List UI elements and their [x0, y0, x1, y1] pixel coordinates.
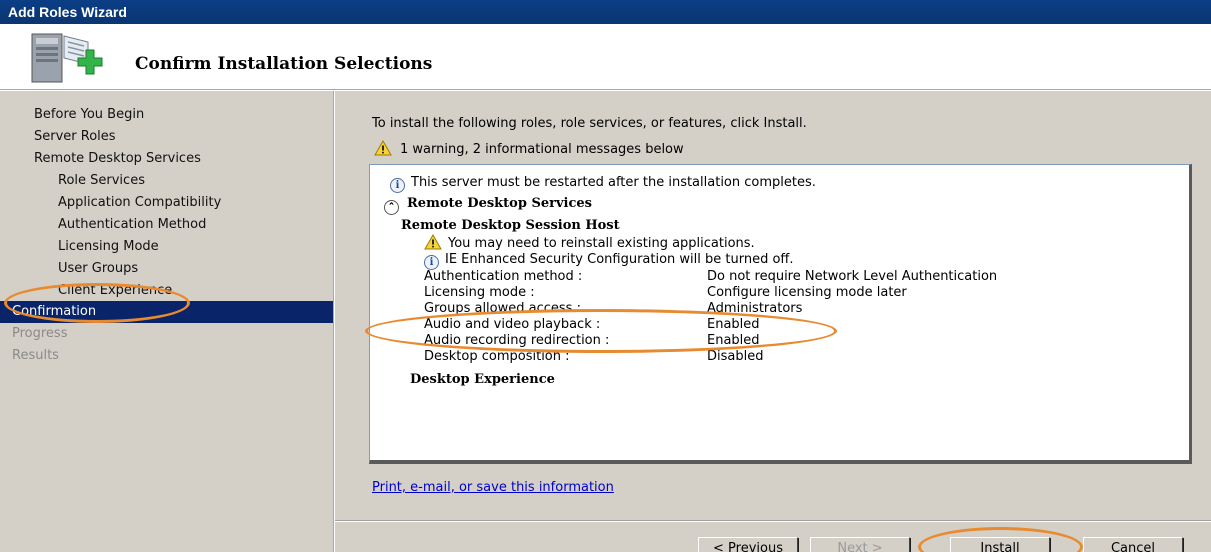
info-icon: i [424, 255, 439, 270]
collapse-icon[interactable]: ⌃ [384, 200, 399, 215]
warning-icon [424, 234, 442, 250]
section-remote-desktop-services[interactable]: ⌃ Remote Desktop Services [384, 196, 592, 215]
section-title: Remote Desktop Services [407, 196, 592, 211]
intro-text: To install the following roles, role ser… [372, 116, 807, 131]
next-button: Next > [810, 537, 910, 552]
restart-note: i This server must be restarted after the… [390, 175, 816, 193]
setting-row: Audio and video playback : Enabled [424, 317, 1184, 333]
setting-row: Authentication method : Do not require N… [424, 269, 1184, 285]
sidebar-item-user-groups[interactable]: User Groups [0, 258, 333, 280]
setting-value: Do not require Network Level Authenticat… [707, 269, 998, 284]
setting-row: Groups allowed access : Administrators [424, 301, 1184, 317]
setting-value: Enabled [707, 317, 760, 332]
setting-row: Desktop composition : Disabled [424, 349, 1184, 365]
sidebar-item-application-compatibility[interactable]: Application Compatibility [0, 192, 333, 214]
setting-value: Administrators [707, 301, 803, 316]
wizard-steps-sidebar: Before You Begin Server Roles Remote Des… [0, 91, 334, 552]
setting-value: Enabled [707, 333, 760, 348]
details-box[interactable]: i This server must be restarted after the… [369, 164, 1192, 464]
sidebar-item-remote-desktop-services[interactable]: Remote Desktop Services [0, 148, 333, 170]
info-icon: i [390, 178, 405, 193]
reinstall-warning-text: You may need to reinstall existing appli… [448, 236, 755, 251]
sidebar-item-confirmation[interactable]: Confirmation [0, 301, 333, 323]
sidebar-item-licensing-mode[interactable]: Licensing Mode [0, 236, 333, 258]
setting-value: Disabled [707, 349, 764, 364]
setting-key: Authentication method : [424, 269, 583, 284]
previous-button[interactable]: < Previous [698, 537, 798, 552]
sidebar-item-server-roles[interactable]: Server Roles [0, 126, 333, 148]
server-add-icon [31, 33, 103, 83]
setting-row: Licensing mode : Configure licensing mod… [424, 285, 1184, 301]
warning-summary-text: 1 warning, 2 informational messages belo… [400, 142, 684, 157]
setting-row: Audio recording redirection : Enabled [424, 333, 1184, 349]
sidebar-item-role-services[interactable]: Role Services [0, 170, 333, 192]
window-title-bar[interactable]: Add Roles Wizard [0, 0, 1211, 24]
restart-note-text: This server must be restarted after the … [411, 175, 816, 190]
warning-summary: 1 warning, 2 informational messages belo… [374, 140, 684, 157]
setting-value: Configure licensing mode later [707, 285, 907, 300]
wizard-header: Confirm Installation Selections [0, 24, 1211, 90]
ie-esc-info: i IE Enhanced Security Configuration will… [424, 252, 794, 270]
feature-title: Desktop Experience [410, 372, 555, 387]
window-title: Add Roles Wizard [8, 4, 127, 20]
sidebar-item-authentication-method[interactable]: Authentication Method [0, 214, 333, 236]
sidebar-item-results: Results [12, 348, 59, 363]
install-button[interactable]: Install [950, 537, 1050, 552]
setting-key: Licensing mode : [424, 285, 535, 300]
page-title: Confirm Installation Selections [135, 54, 433, 74]
setting-key: Audio and video playback : [424, 317, 601, 332]
ie-esc-info-text: IE Enhanced Security Configuration will … [445, 252, 794, 267]
subsection-title: Remote Desktop Session Host [401, 218, 620, 233]
print-save-link[interactable]: Print, e-mail, or save this information [372, 480, 614, 495]
reinstall-warning: You may need to reinstall existing appli… [424, 234, 755, 251]
sidebar-item-before-you-begin[interactable]: Before You Begin [0, 104, 333, 126]
setting-key: Desktop composition : [424, 349, 570, 364]
setting-key: Groups allowed access : [424, 301, 581, 316]
warning-icon [374, 140, 392, 156]
sidebar-item-client-experience[interactable]: Client Experience [0, 280, 333, 302]
setting-key: Audio recording redirection : [424, 333, 610, 348]
cancel-button[interactable]: Cancel [1083, 537, 1183, 552]
sidebar-item-progress: Progress [12, 326, 68, 341]
